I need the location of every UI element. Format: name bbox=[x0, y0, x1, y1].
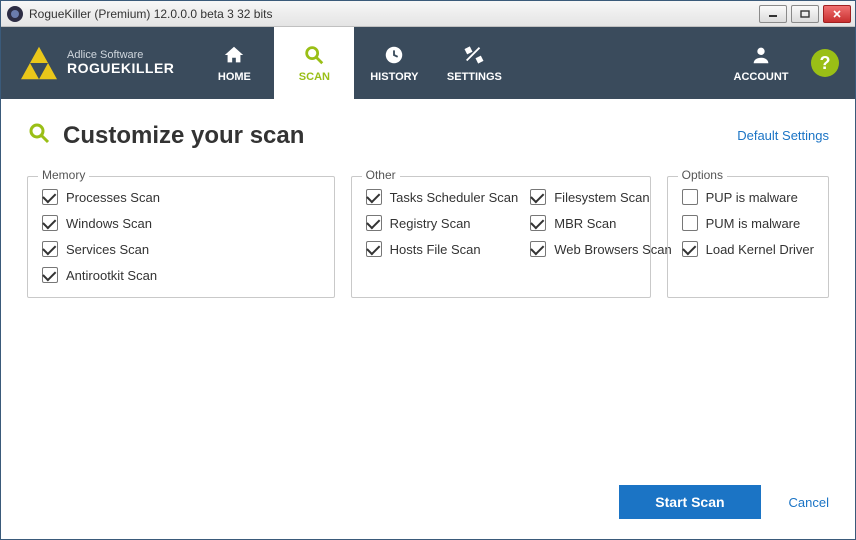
chk-windows-scan[interactable]: Windows Scan bbox=[42, 215, 320, 231]
app-window: RogueKiller (Premium) 12.0.0.0 beta 3 32… bbox=[0, 0, 856, 540]
history-icon bbox=[383, 43, 405, 67]
chk-pup-is-malware[interactable]: PUP is malware bbox=[682, 189, 814, 205]
chk-load-kernel-driver-checkbox[interactable] bbox=[682, 241, 698, 257]
chk-mbr-scan-label: MBR Scan bbox=[554, 216, 616, 231]
chk-pup-is-malware-label: PUP is malware bbox=[706, 190, 798, 205]
tab-settings[interactable]: SETTINGS bbox=[434, 27, 514, 99]
chk-services-scan[interactable]: Services Scan bbox=[42, 241, 320, 257]
chk-mbr-scan[interactable]: MBR Scan bbox=[530, 215, 672, 231]
logo-icon bbox=[21, 46, 57, 80]
page-title: Customize your scan bbox=[63, 122, 304, 150]
tab-scan[interactable]: SCAN bbox=[274, 27, 354, 99]
group-other: Other Tasks Scheduler ScanRegistry ScanH… bbox=[351, 176, 651, 298]
chk-hosts-file-scan-label: Hosts File Scan bbox=[390, 242, 481, 257]
home-icon bbox=[223, 43, 245, 67]
group-other-legend: Other bbox=[362, 168, 400, 182]
account-icon bbox=[750, 43, 772, 67]
page-heading-row: Customize your scan Default Settings bbox=[27, 121, 829, 150]
tab-home[interactable]: HOME bbox=[194, 27, 274, 99]
search-icon bbox=[303, 43, 325, 67]
tab-history[interactable]: HISTORY bbox=[354, 27, 434, 99]
chk-filesystem-scan-checkbox[interactable] bbox=[530, 189, 546, 205]
nav-header: Adlice Software ROGUEKILLER HOME SCAN bbox=[1, 27, 855, 99]
chk-registry-scan[interactable]: Registry Scan bbox=[366, 215, 519, 231]
chk-processes-scan-checkbox[interactable] bbox=[42, 189, 58, 205]
chk-hosts-file-scan[interactable]: Hosts File Scan bbox=[366, 241, 519, 257]
tab-account[interactable]: ACCOUNT bbox=[725, 43, 797, 83]
tab-account-label: ACCOUNT bbox=[734, 71, 789, 83]
chk-services-scan-label: Services Scan bbox=[66, 242, 149, 257]
chk-pum-is-malware-label: PUM is malware bbox=[706, 216, 801, 231]
chk-filesystem-scan-label: Filesystem Scan bbox=[554, 190, 649, 205]
content: Customize your scan Default Settings Mem… bbox=[1, 99, 855, 539]
group-memory: Memory Processes ScanWindows ScanService… bbox=[27, 176, 335, 298]
chk-pum-is-malware[interactable]: PUM is malware bbox=[682, 215, 814, 231]
chk-web-browsers-scan-checkbox[interactable] bbox=[530, 241, 546, 257]
chk-antirootkit-scan-label: Antirootkit Scan bbox=[66, 268, 157, 283]
brand-bottom: ROGUEKILLER bbox=[67, 61, 174, 76]
settings-icon bbox=[463, 43, 485, 67]
footer: Start Scan Cancel bbox=[27, 469, 829, 523]
app-icon bbox=[7, 6, 23, 22]
brand: Adlice Software ROGUEKILLER bbox=[1, 27, 194, 99]
search-icon bbox=[27, 121, 51, 150]
chk-processes-scan-label: Processes Scan bbox=[66, 190, 160, 205]
cancel-link[interactable]: Cancel bbox=[789, 495, 829, 510]
tab-history-label: HISTORY bbox=[370, 71, 418, 83]
close-button[interactable] bbox=[823, 5, 851, 23]
tab-scan-label: SCAN bbox=[299, 71, 330, 83]
chk-windows-scan-checkbox[interactable] bbox=[42, 215, 58, 231]
help-button[interactable]: ? bbox=[811, 49, 839, 77]
chk-hosts-file-scan-checkbox[interactable] bbox=[366, 241, 382, 257]
scan-groups: Memory Processes ScanWindows ScanService… bbox=[27, 176, 829, 298]
chk-tasks-scheduler-scan-checkbox[interactable] bbox=[366, 189, 382, 205]
chk-processes-scan[interactable]: Processes Scan bbox=[42, 189, 320, 205]
help-icon: ? bbox=[820, 53, 831, 74]
chk-mbr-scan-checkbox[interactable] bbox=[530, 215, 546, 231]
tab-settings-label: SETTINGS bbox=[447, 71, 502, 83]
chk-tasks-scheduler-scan-label: Tasks Scheduler Scan bbox=[390, 190, 519, 205]
chk-web-browsers-scan[interactable]: Web Browsers Scan bbox=[530, 241, 672, 257]
window-title: RogueKiller (Premium) 12.0.0.0 beta 3 32… bbox=[29, 7, 272, 21]
chk-pum-is-malware-checkbox[interactable] bbox=[682, 215, 698, 231]
chk-antirootkit-scan-checkbox[interactable] bbox=[42, 267, 58, 283]
chk-pup-is-malware-checkbox[interactable] bbox=[682, 189, 698, 205]
titlebar: RogueKiller (Premium) 12.0.0.0 beta 3 32… bbox=[1, 1, 855, 27]
chk-registry-scan-checkbox[interactable] bbox=[366, 215, 382, 231]
default-settings-link[interactable]: Default Settings bbox=[737, 128, 829, 143]
group-memory-legend: Memory bbox=[38, 168, 89, 182]
tab-home-label: HOME bbox=[218, 71, 251, 83]
chk-filesystem-scan[interactable]: Filesystem Scan bbox=[530, 189, 672, 205]
group-options-legend: Options bbox=[678, 168, 727, 182]
window-controls bbox=[759, 5, 851, 23]
start-scan-button[interactable]: Start Scan bbox=[619, 485, 760, 519]
chk-registry-scan-label: Registry Scan bbox=[390, 216, 471, 231]
chk-load-kernel-driver-label: Load Kernel Driver bbox=[706, 242, 814, 257]
chk-web-browsers-scan-label: Web Browsers Scan bbox=[554, 242, 672, 257]
nav-tabs: HOME SCAN HISTORY SETTINGS bbox=[194, 27, 514, 99]
group-options: Options PUP is malwarePUM is malwareLoad… bbox=[667, 176, 829, 298]
chk-load-kernel-driver[interactable]: Load Kernel Driver bbox=[682, 241, 814, 257]
chk-tasks-scheduler-scan[interactable]: Tasks Scheduler Scan bbox=[366, 189, 519, 205]
chk-windows-scan-label: Windows Scan bbox=[66, 216, 152, 231]
chk-services-scan-checkbox[interactable] bbox=[42, 241, 58, 257]
chk-antirootkit-scan[interactable]: Antirootkit Scan bbox=[42, 267, 320, 283]
minimize-button[interactable] bbox=[759, 5, 787, 23]
maximize-button[interactable] bbox=[791, 5, 819, 23]
